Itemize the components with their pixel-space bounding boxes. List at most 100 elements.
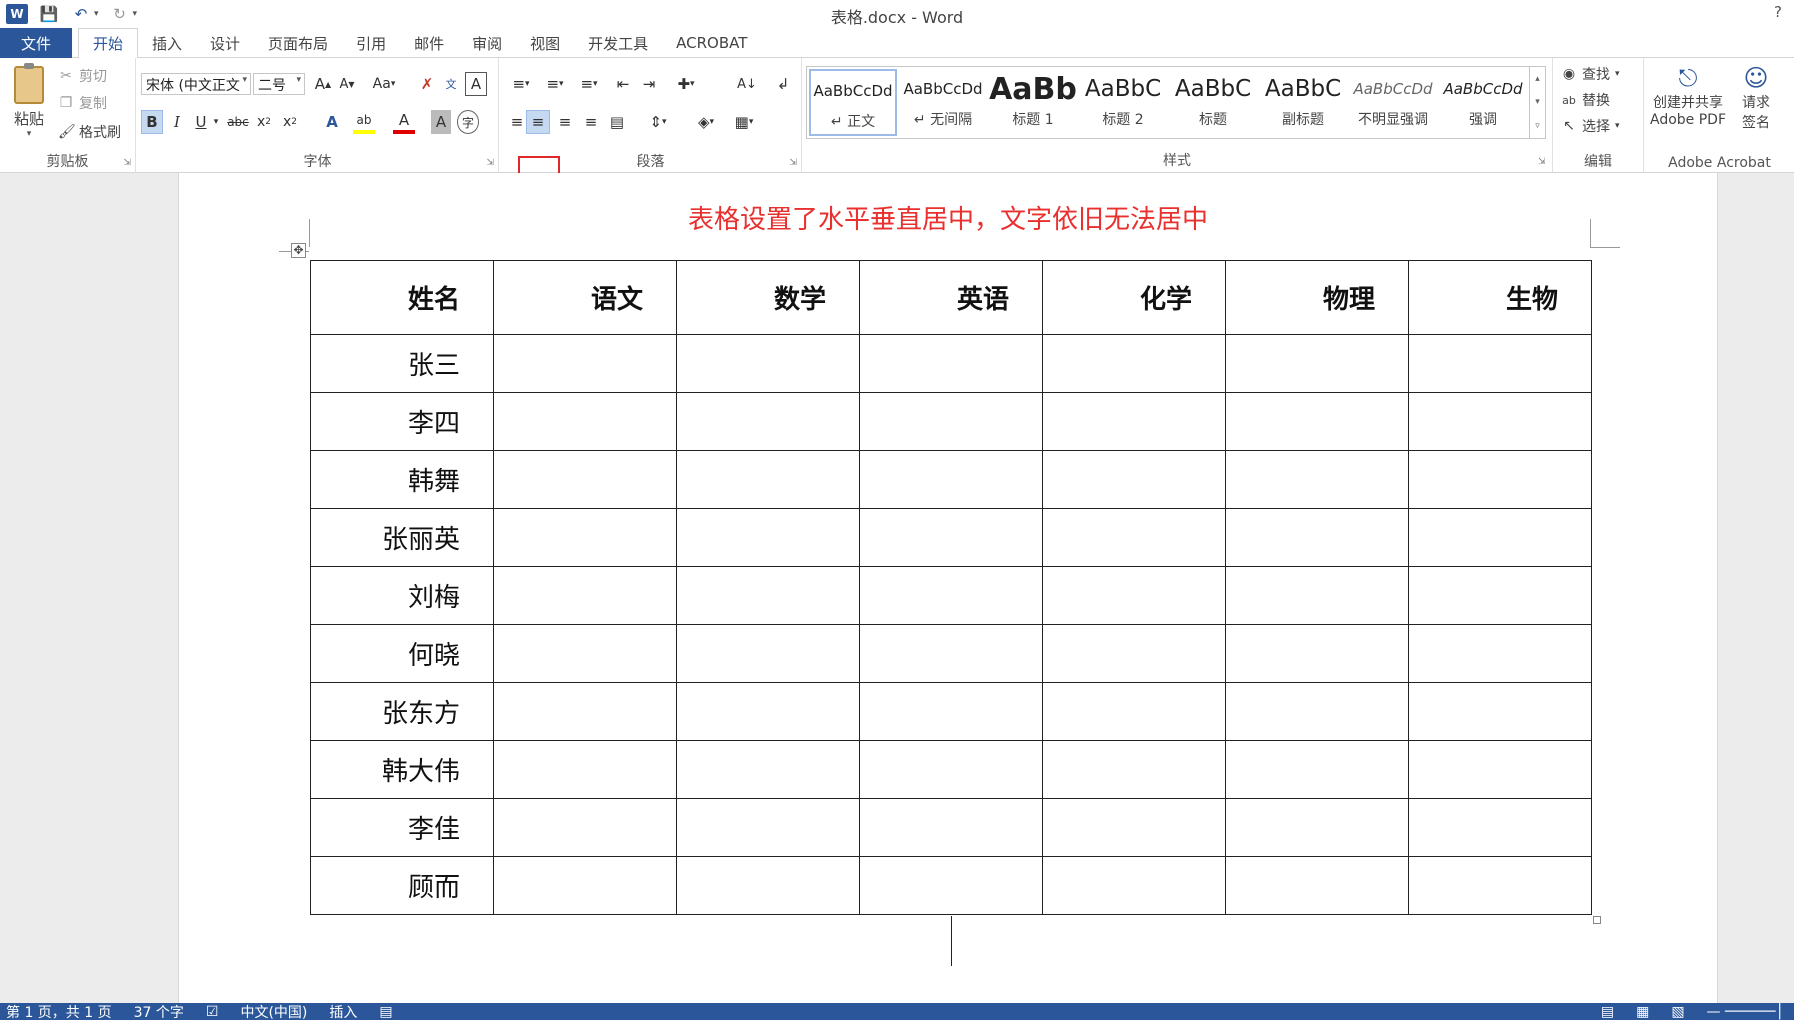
- table-cell[interactable]: [1408, 624, 1592, 683]
- proofing-icon[interactable]: ☑: [206, 1004, 219, 1020]
- table-cell[interactable]: [493, 566, 677, 625]
- table-cell[interactable]: [1042, 566, 1226, 625]
- clear-formatting-icon[interactable]: ✗: [417, 72, 437, 96]
- name-cell[interactable]: 刘梅: [310, 566, 494, 625]
- header-cell[interactable]: 英语: [859, 260, 1043, 335]
- table-cell[interactable]: [1042, 334, 1226, 393]
- tab-references[interactable]: 引用: [342, 28, 400, 58]
- table-resize-handle[interactable]: [1593, 916, 1601, 924]
- bold-icon[interactable]: B: [141, 110, 163, 134]
- header-cell[interactable]: 化学: [1042, 260, 1226, 335]
- print-layout-icon[interactable]: ▦: [1636, 1004, 1649, 1020]
- justify-icon[interactable]: ≡: [580, 110, 602, 134]
- sort-icon[interactable]: A↓: [736, 72, 758, 96]
- table-cell[interactable]: [859, 392, 1043, 451]
- tab-insert[interactable]: 插入: [138, 28, 196, 58]
- header-cell[interactable]: 姓名: [310, 260, 494, 335]
- name-cell[interactable]: 顾而: [310, 856, 494, 915]
- highlight-icon[interactable]: ab: [353, 110, 375, 134]
- table-cell[interactable]: [1042, 624, 1226, 683]
- text-effects-icon[interactable]: A: [321, 110, 343, 134]
- table-cell[interactable]: [676, 682, 860, 741]
- line-spacing-icon[interactable]: ⇕ ▾: [642, 110, 674, 134]
- table-cell[interactable]: [1225, 682, 1409, 741]
- name-cell[interactable]: 张三: [310, 334, 494, 393]
- table-cell[interactable]: [1408, 682, 1592, 741]
- select-button[interactable]: ↖ 选择 ▾: [1561, 116, 1619, 136]
- zoom-slider[interactable]: — ──────│: [1707, 1004, 1784, 1020]
- table-cell[interactable]: [676, 566, 860, 625]
- character-shading-icon[interactable]: A: [431, 110, 451, 134]
- table-cell[interactable]: [1408, 334, 1592, 393]
- increase-indent-icon[interactable]: ⇥: [638, 72, 660, 96]
- superscript-icon[interactable]: x2: [279, 110, 301, 134]
- insert-mode[interactable]: 插入: [329, 1003, 357, 1020]
- decrease-indent-icon[interactable]: ⇤: [612, 72, 634, 96]
- style-heading-1[interactable]: AaBb 标题 1: [989, 69, 1077, 136]
- name-cell[interactable]: 何晓: [310, 624, 494, 683]
- tab-file[interactable]: 文件: [0, 28, 72, 58]
- table-cell[interactable]: [493, 798, 677, 857]
- paste-button[interactable]: 粘贴 ▾: [10, 63, 48, 139]
- macro-icon[interactable]: ▤: [379, 1004, 392, 1020]
- name-cell[interactable]: 韩舞: [310, 450, 494, 509]
- header-cell[interactable]: 生物: [1408, 260, 1592, 335]
- table-cell[interactable]: [859, 624, 1043, 683]
- copy-button[interactable]: ❐ 复制: [58, 93, 107, 113]
- table-cell[interactable]: [859, 682, 1043, 741]
- name-cell[interactable]: 韩大伟: [310, 740, 494, 799]
- table-cell[interactable]: [859, 856, 1043, 915]
- language-indicator[interactable]: 中文(中国): [240, 1003, 307, 1020]
- cut-button[interactable]: ✂ 剪切: [58, 66, 107, 86]
- table-cell[interactable]: [1408, 508, 1592, 567]
- name-cell[interactable]: 张东方: [310, 682, 494, 741]
- style-normal[interactable]: AaBbCcDd ↵ 正文: [809, 69, 897, 136]
- tab-view[interactable]: 视图: [516, 28, 574, 58]
- align-right-icon[interactable]: ≡: [554, 110, 576, 134]
- table-cell[interactable]: [1225, 508, 1409, 567]
- table-cell[interactable]: [1408, 566, 1592, 625]
- table-cell[interactable]: [676, 624, 860, 683]
- table-cell[interactable]: [1225, 334, 1409, 393]
- table-cell[interactable]: [493, 624, 677, 683]
- name-cell[interactable]: 张丽英: [310, 508, 494, 567]
- table-cell[interactable]: [493, 508, 677, 567]
- table-cell[interactable]: [1042, 392, 1226, 451]
- table-cell[interactable]: [676, 740, 860, 799]
- font-launcher-icon[interactable]: ⇲: [486, 158, 494, 168]
- table-cell[interactable]: [1042, 740, 1226, 799]
- paragraph-launcher-icon[interactable]: ⇲: [789, 158, 797, 168]
- subscript-icon[interactable]: x2: [253, 110, 275, 134]
- table-cell[interactable]: [676, 856, 860, 915]
- table-cell[interactable]: [493, 740, 677, 799]
- font-name-combo[interactable]: 宋体 (中文正文 ▾: [141, 73, 251, 95]
- style-emphasis[interactable]: AaBbCcDd 强调: [1439, 69, 1527, 136]
- tab-design[interactable]: 设计: [196, 28, 254, 58]
- distributed-icon[interactable]: ▤: [606, 110, 628, 134]
- find-button[interactable]: ◉ 查找 ▾: [1561, 64, 1620, 84]
- table-cell[interactable]: [1408, 856, 1592, 915]
- word-count[interactable]: 37 个字: [134, 1003, 184, 1020]
- tab-mailings[interactable]: 邮件: [400, 28, 458, 58]
- header-cell[interactable]: 物理: [1225, 260, 1409, 335]
- tab-page-layout[interactable]: 页面布局: [254, 28, 342, 58]
- align-left-icon[interactable]: ≡: [506, 110, 528, 134]
- table-cell[interactable]: [493, 450, 677, 509]
- tab-acrobat[interactable]: ACROBAT: [662, 28, 761, 58]
- name-cell[interactable]: 李佳: [310, 798, 494, 857]
- table-cell[interactable]: [493, 392, 677, 451]
- table-cell[interactable]: [493, 334, 677, 393]
- bullets-icon[interactable]: ≡ ▾: [506, 72, 536, 96]
- italic-icon[interactable]: I: [167, 110, 187, 134]
- table-cell[interactable]: [1042, 450, 1226, 509]
- style-title[interactable]: AaBbC 标题: [1169, 69, 1257, 136]
- help-icon[interactable]: ?: [1774, 3, 1782, 21]
- grow-font-icon[interactable]: A ▲: [313, 72, 333, 96]
- numbering-icon[interactable]: ≡ ▾: [540, 72, 570, 96]
- read-mode-icon[interactable]: ▤: [1601, 1004, 1614, 1020]
- underline-dropdown-icon[interactable]: ▾: [211, 110, 221, 134]
- table-cell[interactable]: [1225, 566, 1409, 625]
- table-cell[interactable]: [1225, 740, 1409, 799]
- tab-developer[interactable]: 开发工具: [574, 28, 662, 58]
- strikethrough-icon[interactable]: abc: [225, 110, 251, 134]
